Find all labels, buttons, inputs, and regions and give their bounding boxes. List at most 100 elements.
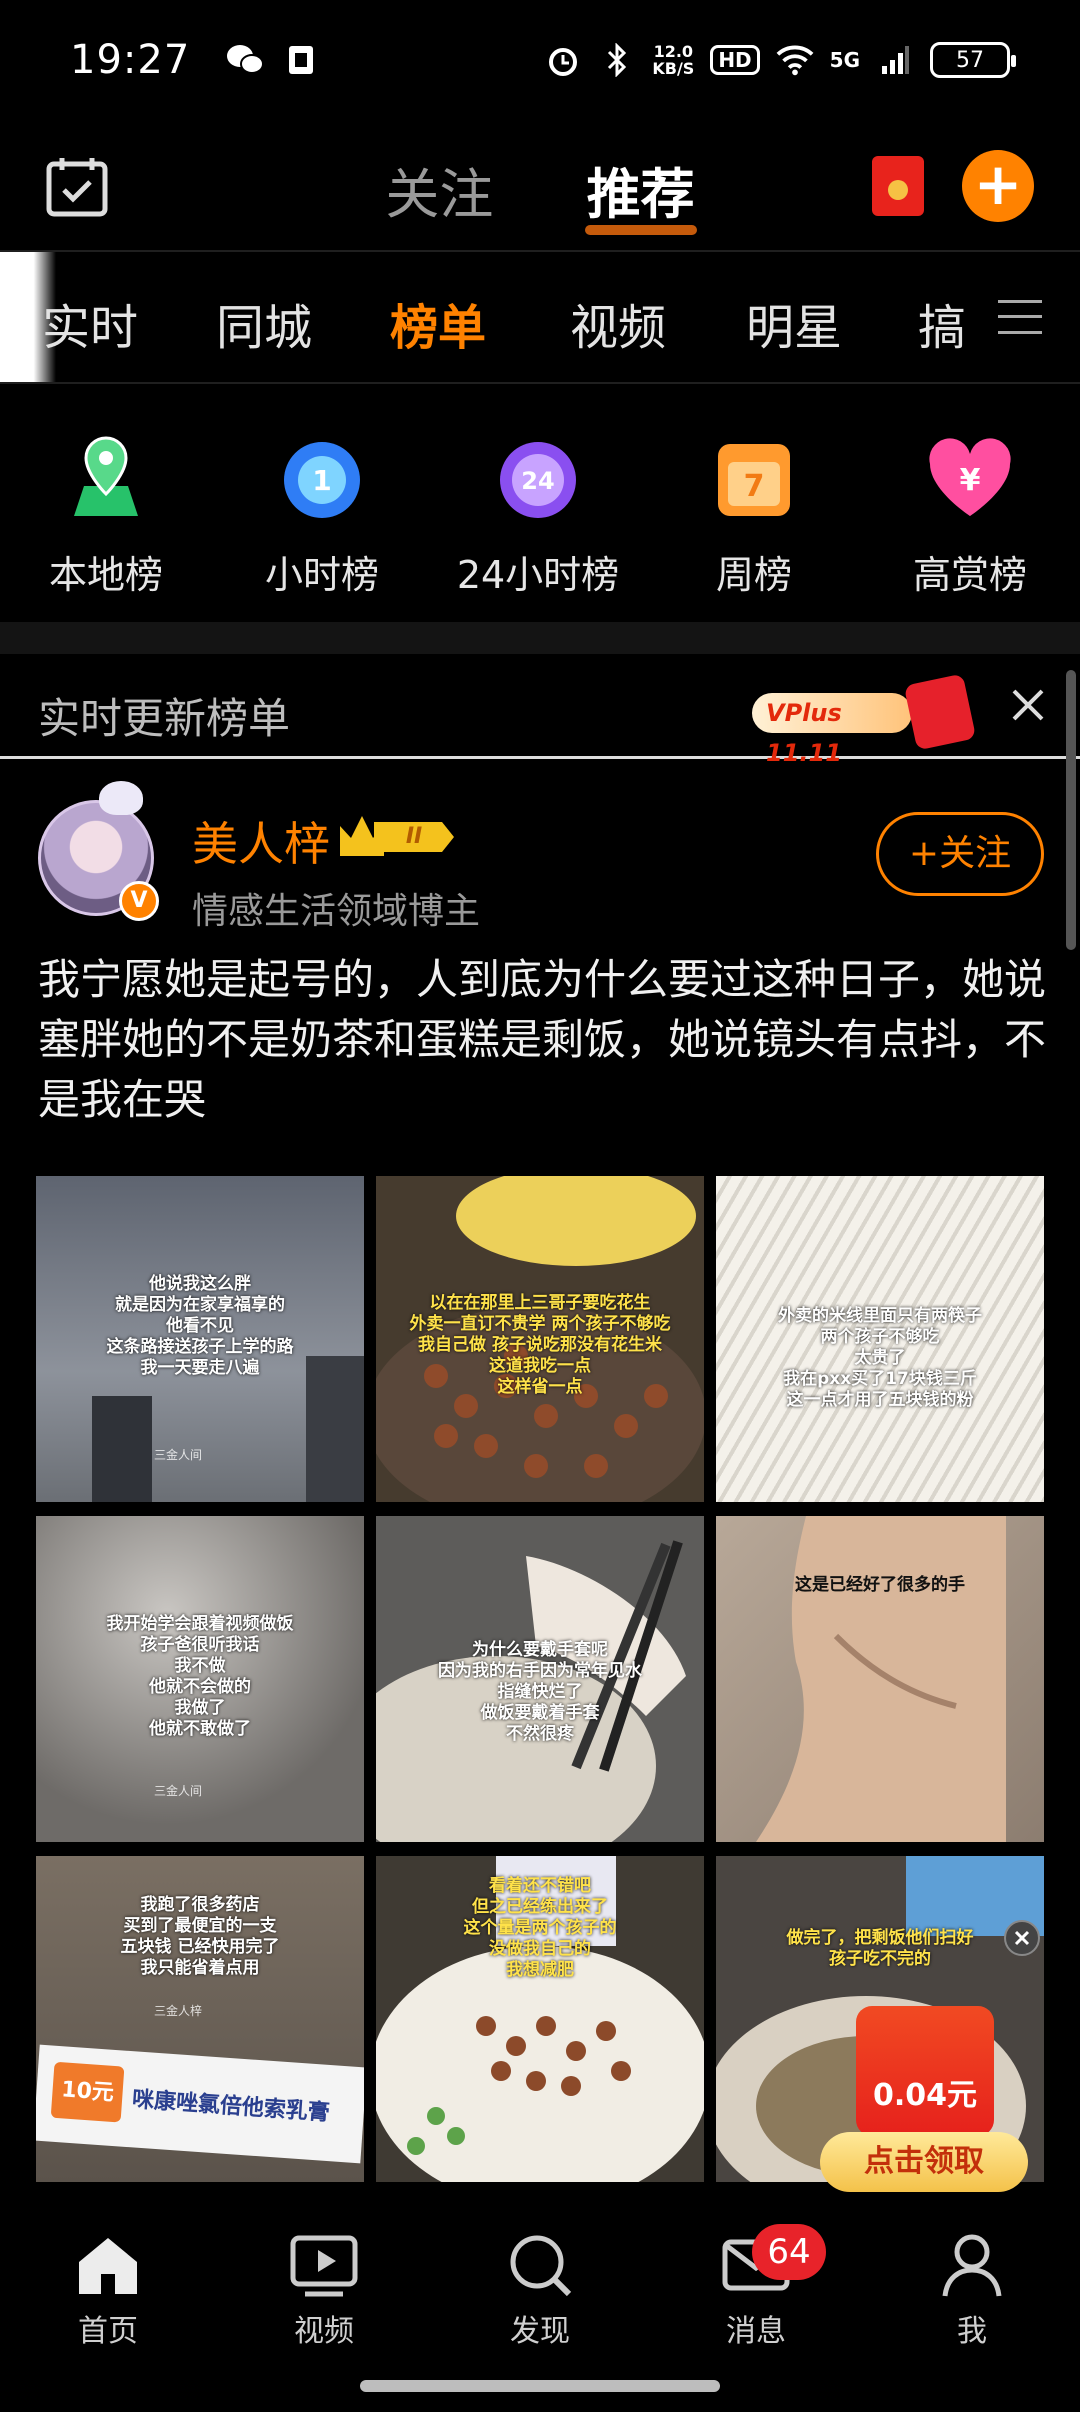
red-packet-icon[interactable] <box>872 156 924 216</box>
post-image[interactable]: 我开始学会跟着视频做饭 孩子爸很听我话 我不做 他就不会做的 我做了 他就不敢做了 三金人… <box>36 1516 364 1842</box>
nav-home[interactable]: 首页 <box>38 2232 178 2350</box>
net-speed: 12.0 KB/S <box>652 43 694 77</box>
nav-discover[interactable]: 发现 <box>470 2232 610 2350</box>
category-menu-icon[interactable] <box>998 300 1042 334</box>
image-watermark: 三金人间 <box>154 1784 203 1798</box>
top-header: 关注 推荐 + <box>0 130 1080 250</box>
rank-label: 高赏榜 <box>912 553 1027 597</box>
category-bar: 实时 同城 榜单 视频 明星 搞 <box>0 252 1080 382</box>
author-name[interactable]: 美人梓 <box>192 808 330 874</box>
post-text[interactable]: 我宁愿她是起号的，人到底为什么要过这种日子，她说塞胖她的不是奶茶和蛋糕是剩饭，她… <box>38 950 1048 1130</box>
vplus-promo-banner[interactable]: VPlus 11.11 <box>752 673 977 767</box>
claim-button[interactable]: 点击领取 <box>820 2132 1028 2192</box>
category-ranking[interactable]: 榜单 <box>390 288 486 358</box>
image-caption: 这是已经好了很多的手 <box>795 1574 965 1595</box>
yen-glyph: ¥ <box>960 463 981 498</box>
floating-red-packet[interactable]: 0.04元 点击领取 <box>820 1920 1050 2200</box>
image-caption: 为什么要戴手套呢 因为我的右手因为常年见水 指缝快烂了 做饭要戴着手套 不然很疼 <box>438 1639 642 1744</box>
nav-label: 首页 <box>78 2314 138 2349</box>
realtime-title: 实时更新榜单 <box>38 694 291 743</box>
rank-tip[interactable]: ¥ 高赏榜 <box>870 420 1070 599</box>
post-image[interactable]: 这是已经好了很多的手 <box>716 1516 1044 1842</box>
close-icon[interactable] <box>1004 1920 1040 1956</box>
tab-follow[interactable]: 关注 <box>385 150 493 229</box>
verified-badge: V <box>119 881 159 921</box>
ointment-tube: 10元 咪康唑氯倍他索乳膏 <box>36 2044 364 2164</box>
calendar-icon: 7 <box>708 432 800 524</box>
rank-label: 周榜 <box>715 553 792 597</box>
post-image[interactable]: 我跑了很多药店 买到了最便宜的一支 五块钱 已经快用完了 我只能省着点用 三金人梓 1… <box>36 1856 364 2182</box>
image-caption: 我开始学会跟着视频做饭 孩子爸很听我话 我不做 他就不会做的 我做了 他就不敢做了 <box>106 1613 294 1739</box>
rank-local[interactable]: 本地榜 <box>6 420 206 599</box>
signal-icon <box>876 41 914 79</box>
rank-weekly[interactable]: 7 周榜 <box>654 420 854 599</box>
category-video[interactable]: 视频 <box>570 288 666 358</box>
network-type: 5G <box>829 48 860 72</box>
tab-recommend[interactable]: 推荐 <box>587 150 695 229</box>
rank-label: 本地榜 <box>48 553 163 597</box>
nav-label: 发现 <box>510 2314 570 2349</box>
author-subtitle: 情感生活领域博主 <box>192 891 481 932</box>
red-packet-amount: 0.04元 <box>872 2078 978 2113</box>
hand-illustration <box>756 1516 1006 1842</box>
realtime-ranking-bar: 实时更新榜单 VPlus 11.11 <box>0 655 1080 767</box>
rank-shortcuts: 本地榜 1 小时榜 24 24小时榜 7 周榜 ¥ 高赏榜 <box>0 420 1080 600</box>
rank-hourly[interactable]: 1 小时榜 <box>222 420 422 599</box>
divider <box>0 382 1080 384</box>
vip-level-badge: II <box>374 822 454 852</box>
profile-icon <box>937 2232 1007 2298</box>
wechat-icon <box>226 41 265 79</box>
home-indicator[interactable] <box>360 2380 720 2392</box>
post-image[interactable]: 为什么要戴手套呢 因为我的右手因为常年见水 指缝快烂了 做饭要戴着手套 不然很疼 <box>376 1516 704 1842</box>
avatar[interactable]: V <box>38 781 159 921</box>
image-watermark: 三金人间 <box>154 1448 203 1462</box>
status-time: 19:27 <box>70 37 191 83</box>
post-image[interactable]: 以在在那里上三哥子要吃花生 外卖一直订不贵学 两个孩子不够吃 我自己做 孩子说吃那没… <box>376 1176 704 1502</box>
rank-24h[interactable]: 24 24小时榜 <box>438 420 638 599</box>
image-caption: 我跑了很多药店 买到了最便宜的一支 五块钱 已经快用完了 我只能省着点用 <box>120 1895 280 1979</box>
post-image[interactable]: 他说我这么胖 就是因为在家享福享的 他看不见 这条路接送孩子上学的路 我一天要走八遍 三… <box>36 1176 364 1502</box>
nav-label: 我 <box>957 2314 987 2349</box>
post-image[interactable]: 外卖的米线里面只有两筷子 两个孩子不够吃 太贵了 我在pxx买了17块钱三斤 这一点才用… <box>716 1176 1044 1502</box>
image-caption: 他说我这么胖 就是因为在家享福享的 他看不见 这条路接送孩子上学的路 我一天要走八遍 <box>106 1273 294 1378</box>
tube-label: 咪康唑氯倍他索乳膏 <box>131 2087 331 2127</box>
category-local[interactable]: 同城 <box>216 288 312 358</box>
close-icon[interactable] <box>1008 685 1048 725</box>
hour-glyph: 1 <box>312 464 331 497</box>
promo-envelope-icon <box>903 673 977 751</box>
image-caption: 以在在那里上三哥子要吃花生 外卖一直订不贵学 两个孩子不够吃 我自己做 孩子说吃那没… <box>409 1293 671 1398</box>
hour-clock-icon: 1 <box>276 432 368 524</box>
message-count-badge: 64 <box>752 2224 826 2280</box>
search-icon <box>505 2232 575 2298</box>
follow-button[interactable]: +关注 <box>876 812 1044 896</box>
nav-label: 视频 <box>294 2314 354 2349</box>
rank-label: 小时榜 <box>264 553 379 597</box>
nav-me[interactable]: 我 <box>902 2232 1042 2350</box>
category-funny[interactable]: 搞 <box>918 288 966 358</box>
category-realtime[interactable]: 实时 <box>42 288 138 358</box>
home-icon <box>73 2232 143 2298</box>
rank-label: 24小时榜 <box>456 553 620 597</box>
nav-label: 消息 <box>726 2314 786 2349</box>
nav-video[interactable]: 视频 <box>254 2232 394 2350</box>
scrollbar[interactable] <box>1066 670 1076 950</box>
image-watermark: 三金人梓 <box>154 2004 203 2018</box>
wifi-icon <box>776 41 814 79</box>
battery-indicator: 57 <box>930 42 1016 78</box>
alarm-icon <box>544 41 582 79</box>
hd-badge: HD <box>710 45 760 75</box>
status-bar: 19:27 12.0 KB/S HD 5G 57 <box>0 0 1080 120</box>
image-caption: 外卖的米线里面只有两筷子 两个孩子不够吃 太贵了 我在pxx买了17块钱三斤 这一点才用… <box>778 1306 982 1411</box>
image-caption: 看着还不错吧 但之已经练出来了 这个量是两个孩子的 没做我自己的 我想减肥 <box>463 1875 617 1980</box>
section-gap <box>0 622 1080 654</box>
heart-yen-icon: ¥ <box>924 432 1016 524</box>
video-icon <box>289 2232 359 2298</box>
post-image[interactable]: 看着还不错吧 但之已经练出来了 这个量是两个孩子的 没做我自己的 我想减肥 <box>376 1856 704 2182</box>
tube-price: 10元 <box>50 2061 125 2123</box>
week-glyph: 7 <box>744 469 765 504</box>
category-star[interactable]: 明星 <box>746 288 842 358</box>
location-pin-icon <box>60 432 152 524</box>
bluetooth-icon <box>598 41 636 79</box>
compose-button[interactable]: + <box>962 150 1034 222</box>
avatar-bow-icon <box>99 781 143 815</box>
